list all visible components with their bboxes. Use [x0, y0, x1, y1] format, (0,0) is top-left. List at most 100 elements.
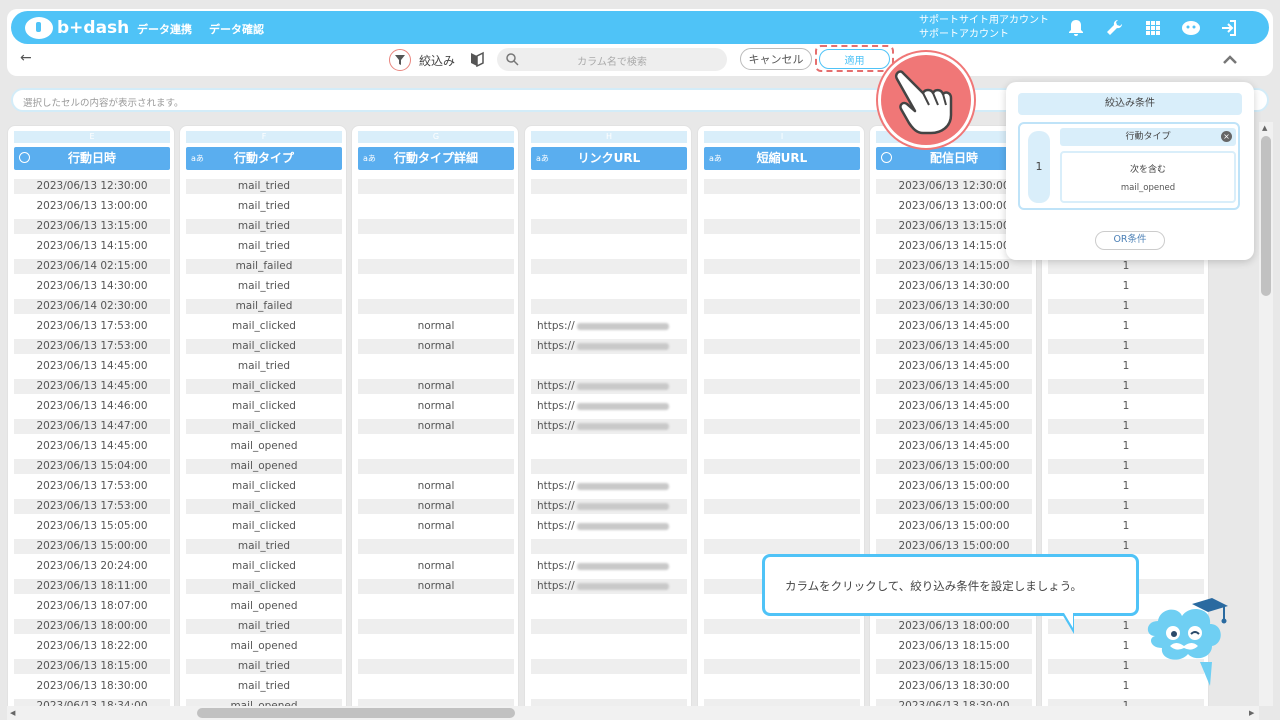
table-cell[interactable] [358, 259, 514, 274]
table-cell[interactable] [704, 399, 860, 414]
chevron-up-icon[interactable] [1222, 54, 1238, 64]
table-cell[interactable]: normal [358, 499, 514, 514]
table-cell[interactable]: 1 [1048, 399, 1204, 414]
table-cell[interactable]: 1 [1048, 299, 1204, 314]
table-cell[interactable]: 2023/06/13 18:34:00 [14, 699, 170, 706]
table-cell[interactable] [358, 239, 514, 254]
table-cell[interactable] [531, 619, 687, 634]
table-cell[interactable] [704, 639, 860, 654]
table-cell[interactable]: 2023/06/13 15:00:00 [14, 539, 170, 554]
table-cell[interactable] [704, 539, 860, 554]
table-cell[interactable]: https:// [531, 499, 687, 514]
table-cell[interactable]: 2023/06/13 15:00:00 [876, 539, 1032, 554]
table-cell[interactable]: normal [358, 479, 514, 494]
table-cell[interactable]: 2023/06/13 12:30:00 [14, 179, 170, 194]
wrench-icon[interactable] [1104, 18, 1124, 38]
table-cell[interactable]: 1 [1048, 699, 1204, 706]
table-cell[interactable] [531, 239, 687, 254]
table-cell[interactable] [531, 599, 687, 614]
table-cell[interactable]: 1 [1048, 479, 1204, 494]
table-cell[interactable] [704, 679, 860, 694]
table-cell[interactable] [531, 359, 687, 374]
table-cell[interactable]: 2023/06/13 17:53:00 [14, 499, 170, 514]
table-cell[interactable] [704, 459, 860, 474]
table-cell[interactable]: mail_opened [186, 459, 342, 474]
table-cell[interactable]: mail_tried [186, 219, 342, 234]
table-cell[interactable]: 1 [1048, 319, 1204, 334]
table-cell[interactable]: mail_clicked [186, 319, 342, 334]
table-cell[interactable] [358, 539, 514, 554]
table-cell[interactable]: 2023/06/13 18:15:00 [876, 659, 1032, 674]
column-header[interactable]: aあ 行動タイプ詳細 [358, 147, 514, 170]
nav-link-data-integration[interactable]: データ連携 [137, 21, 192, 37]
table-cell[interactable]: 2023/06/13 18:00:00 [876, 619, 1032, 634]
table-cell[interactable] [704, 239, 860, 254]
table-cell[interactable]: 2023/06/13 14:45:00 [876, 379, 1032, 394]
vertical-scroll-thumb[interactable] [1261, 136, 1271, 296]
table-cell[interactable]: normal [358, 339, 514, 354]
table-cell[interactable] [704, 179, 860, 194]
table-cell[interactable] [704, 379, 860, 394]
table-cell[interactable]: 2023/06/13 14:15:00 [14, 239, 170, 254]
table-cell[interactable]: https:// [531, 319, 687, 334]
bdash-logo[interactable]: b+dash [25, 16, 129, 40]
table-cell[interactable]: 2023/06/13 14:45:00 [876, 439, 1032, 454]
filter-icon[interactable] [389, 49, 411, 71]
table-cell[interactable]: 2023/06/14 02:15:00 [14, 259, 170, 274]
table-cell[interactable]: normal [358, 399, 514, 414]
apps-grid-icon[interactable] [1143, 18, 1163, 38]
cancel-button[interactable]: キャンセル [740, 48, 812, 70]
table-cell[interactable]: mail_opened [186, 639, 342, 654]
table-cell[interactable] [704, 419, 860, 434]
grid-column[interactable]: Gaあ 行動タイプ詳細 normal normal normal normal normal… [351, 125, 519, 706]
table-cell[interactable] [531, 259, 687, 274]
horizontal-scrollbar[interactable]: ◀ ▶ [7, 706, 1259, 720]
table-cell[interactable]: 1 [1048, 359, 1204, 374]
table-cell[interactable] [531, 659, 687, 674]
table-cell[interactable]: 2023/06/13 18:30:00 [876, 699, 1032, 706]
table-cell[interactable]: https:// [531, 579, 687, 594]
table-cell[interactable]: mail_clicked [186, 339, 342, 354]
table-cell[interactable]: 2023/06/13 17:53:00 [14, 339, 170, 354]
table-cell[interactable] [704, 479, 860, 494]
table-cell[interactable] [358, 459, 514, 474]
table-cell[interactable]: 1 [1048, 499, 1204, 514]
table-cell[interactable]: 2023/06/13 14:45:00 [14, 359, 170, 374]
table-cell[interactable]: mail_opened [186, 699, 342, 706]
table-cell[interactable]: 2023/06/13 14:45:00 [876, 419, 1032, 434]
table-cell[interactable]: 2023/06/13 14:30:00 [876, 299, 1032, 314]
table-cell[interactable] [704, 499, 860, 514]
table-cell[interactable]: 2023/06/13 14:30:00 [14, 279, 170, 294]
table-cell[interactable]: 2023/06/13 15:00:00 [876, 519, 1032, 534]
table-cell[interactable]: 2023/06/13 15:00:00 [876, 499, 1032, 514]
table-cell[interactable] [704, 339, 860, 354]
bell-icon[interactable] [1066, 18, 1086, 38]
table-cell[interactable]: 1 [1048, 379, 1204, 394]
scroll-left-arrow[interactable]: ◀ [10, 709, 15, 717]
table-cell[interactable] [531, 639, 687, 654]
table-cell[interactable]: normal [358, 319, 514, 334]
table-cell[interactable]: mail_tried [186, 239, 342, 254]
table-cell[interactable]: 1 [1048, 279, 1204, 294]
column-header[interactable]: aあ リンクURL [531, 147, 687, 170]
table-cell[interactable]: mail_opened [186, 439, 342, 454]
table-cell[interactable]: 2023/06/13 17:53:00 [14, 479, 170, 494]
table-cell[interactable]: https:// [531, 379, 687, 394]
table-cell[interactable] [358, 279, 514, 294]
table-cell[interactable] [531, 459, 687, 474]
table-cell[interactable]: mail_tried [186, 359, 342, 374]
horizontal-scroll-thumb[interactable] [197, 708, 515, 718]
table-cell[interactable]: 2023/06/13 14:45:00 [876, 339, 1032, 354]
table-cell[interactable]: 1 [1048, 459, 1204, 474]
table-cell[interactable]: 2023/06/13 15:04:00 [14, 459, 170, 474]
table-cell[interactable]: 2023/06/13 18:11:00 [14, 579, 170, 594]
column-header[interactable]: aあ 短縮URL [704, 147, 860, 170]
table-cell[interactable] [531, 219, 687, 234]
table-cell[interactable]: normal [358, 519, 514, 534]
table-cell[interactable]: mail_clicked [186, 379, 342, 394]
grid-column[interactable]: E 行動日時 2023/06/13 12:30:00 2023/06/13 13:00… [7, 125, 175, 706]
table-cell[interactable]: 1 [1048, 419, 1204, 434]
back-button[interactable]: ← [20, 50, 32, 66]
table-cell[interactable] [704, 659, 860, 674]
table-cell[interactable]: https:// [531, 339, 687, 354]
